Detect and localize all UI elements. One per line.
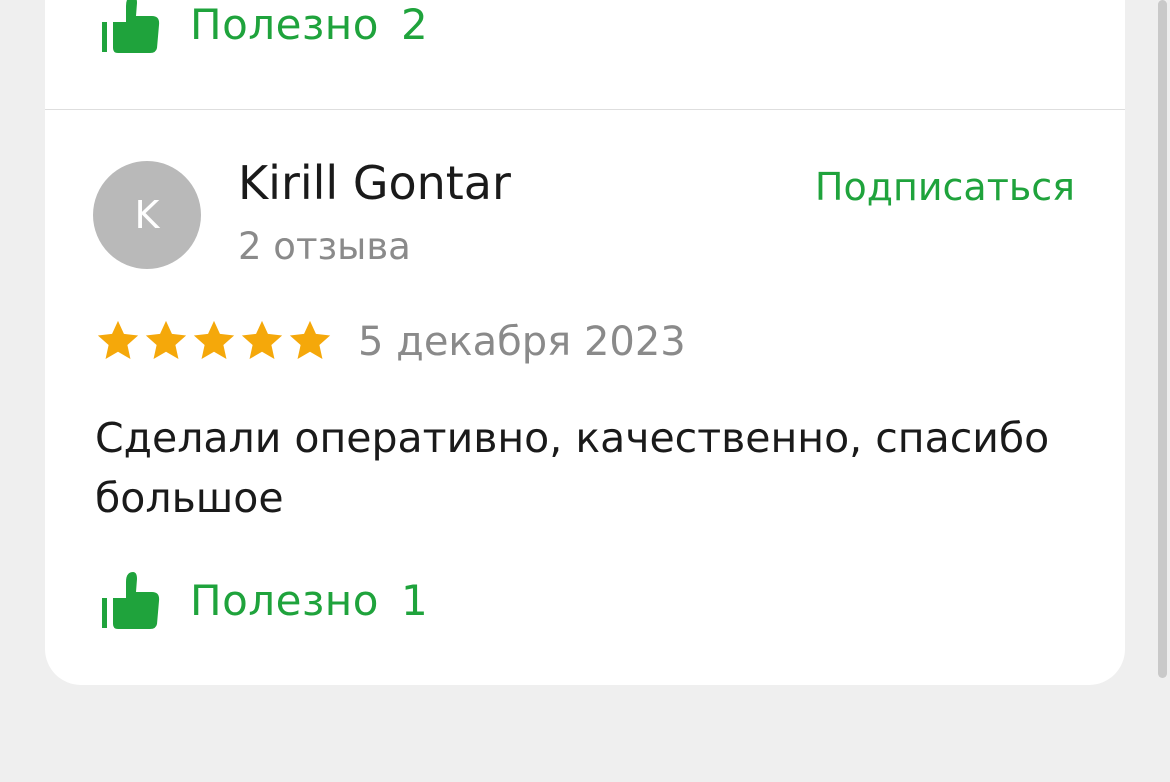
helpful-button[interactable]: Полезно 1 (100, 568, 428, 632)
thumbs-up-icon (102, 0, 160, 53)
author-review-count: 2 отзыва (238, 225, 411, 268)
review-date: 5 декабря 2023 (358, 319, 686, 365)
star-rating (95, 318, 335, 364)
star-icon (289, 320, 331, 360)
star-icon (145, 320, 187, 360)
helpful-count: 2 (400, 0, 428, 49)
subscribe-button[interactable]: Подписаться (815, 165, 1075, 209)
helpful-label: Полезно (190, 0, 379, 49)
star-icon (97, 320, 139, 360)
star-icon (241, 320, 283, 360)
scrollbar[interactable] (1158, 0, 1167, 678)
thumbs-up-icon (102, 572, 160, 629)
helpful-count: 1 (400, 575, 428, 625)
helpful-button-previous[interactable]: Полезно 2 (100, 0, 428, 56)
review-text: Сделали оперативно, качественно, спасибо… (95, 414, 1050, 522)
author-name[interactable]: Kirill Gontar (238, 156, 511, 210)
divider (45, 109, 1125, 110)
star-icon (193, 320, 235, 360)
reviews-card: Полезно 2 K Kirill Gontar 2 отзыва Подпи… (45, 0, 1125, 685)
avatar[interactable]: K (93, 161, 201, 269)
helpful-label: Полезно (190, 575, 379, 625)
